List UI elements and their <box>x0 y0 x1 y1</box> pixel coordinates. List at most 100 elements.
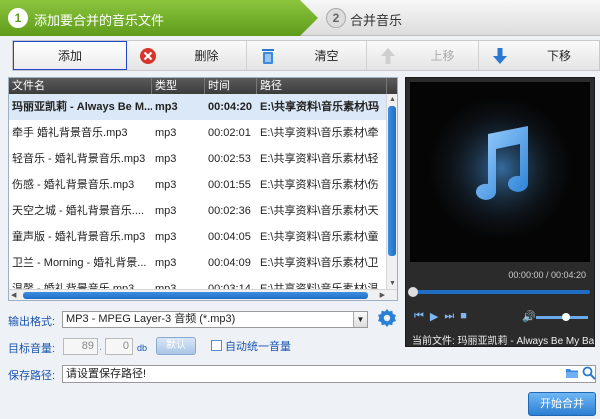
delete-button-label: 删除 <box>194 49 219 63</box>
stop-icon[interactable]: ■ <box>460 310 467 323</box>
cell-time: 00:04:20 <box>208 101 253 113</box>
volume-unit: db <box>137 343 148 353</box>
step-1-number: 1 <box>8 8 28 28</box>
scroll-left-icon[interactable]: ◀ <box>11 291 16 300</box>
player-screen <box>410 82 590 262</box>
volume-integer-input[interactable]: 89 <box>63 338 98 355</box>
vertical-scroll-thumb[interactable] <box>388 106 396 256</box>
table-row[interactable]: 童声版 - 婚礼背景音乐.mp3 mp3 00:04:05 E:\共享资料\音乐… <box>9 224 397 250</box>
scroll-down-icon[interactable]: ▼ <box>389 279 396 289</box>
seek-knob[interactable] <box>408 287 418 297</box>
vertical-scrollbar[interactable]: ▲ ▼ <box>386 94 397 290</box>
volume-decimal-point: . <box>99 341 103 353</box>
save-path-label: 保存路径: <box>8 370 56 382</box>
cell-filename: 轻音乐 - 婚礼背景音乐.mp3 <box>12 153 146 165</box>
cell-time: 00:02:01 <box>208 127 251 139</box>
cell-path: E:\共享资料\音乐素材\卫 <box>260 257 379 269</box>
cell-type: mp3 <box>155 179 177 191</box>
cell-filename: 伤感 - 婚礼背景音乐.mp3 <box>12 179 135 191</box>
cell-time: 00:02:36 <box>208 205 251 217</box>
trash-icon <box>262 49 274 64</box>
step-1-label: 添加要合并的音乐文件 <box>34 13 165 28</box>
cell-time: 00:04:09 <box>208 257 251 269</box>
cell-path: E:\共享资料\音乐素材\天 <box>260 205 379 217</box>
start-merge-button[interactable]: 开始合并 <box>528 392 596 416</box>
save-path-input[interactable]: 请设置保存路径! <box>62 365 596 383</box>
next-icon[interactable]: ⏭ <box>444 310 454 323</box>
cell-time: 00:04:05 <box>208 231 251 243</box>
output-format-value: MP3 - MPEG Layer-3 音频 (*.mp3) <box>66 313 236 325</box>
table-row[interactable]: 天空之城 - 婚礼背景音乐.... mp3 00:02:36 E:\共享资料\音… <box>9 198 397 224</box>
previous-icon[interactable]: ⏮ <box>414 310 424 323</box>
file-list[interactable]: 文件名 类型 时间 路径 玛丽亚凯莉 - Always Be M... mp3 … <box>8 77 398 301</box>
move-up-button[interactable]: 上移 <box>367 41 479 70</box>
chevron-down-icon[interactable]: ▼ <box>353 312 367 327</box>
move-down-button[interactable]: 下移 <box>479 41 599 70</box>
scroll-right-icon[interactable]: ▶ <box>380 291 385 300</box>
cell-type: mp3 <box>155 205 177 217</box>
player-controls: ⏮ ▶ ⏭ ■ <box>414 310 467 323</box>
move-down-button-label: 下移 <box>546 49 571 63</box>
column-header-filename[interactable]: 文件名 <box>9 78 152 94</box>
gear-icon[interactable] <box>377 308 397 328</box>
add-button[interactable]: 添加 <box>13 41 127 70</box>
search-icon[interactable] <box>582 366 596 380</box>
output-format-select[interactable]: MP3 - MPEG Layer-3 音频 (*.mp3) ▼ <box>62 311 368 328</box>
cell-path: E:\共享资料\音乐素材\牵 <box>260 127 379 139</box>
cell-path: E:\共享资料\音乐素材\玛 <box>260 101 380 113</box>
cell-path: E:\共享资料\音乐素材\童 <box>260 231 379 243</box>
cell-filename: 天空之城 - 婚礼背景音乐.... <box>12 205 144 217</box>
volume-decimal-input[interactable]: 0 <box>105 338 133 355</box>
arrow-down-icon <box>493 48 507 64</box>
cell-path: E:\共享资料\音乐素材\伤 <box>260 179 379 191</box>
cell-time: 00:01:55 <box>208 179 251 191</box>
auto-volume-checkbox[interactable] <box>211 340 222 351</box>
table-row[interactable]: 伤感 - 婚礼背景音乐.mp3 mp3 00:01:55 E:\共享资料\音乐素… <box>9 172 397 198</box>
cell-time: 00:02:53 <box>208 153 251 165</box>
horizontal-scroll-thumb[interactable] <box>23 292 368 299</box>
cell-path: E:\共享资料\音乐素材\轻 <box>260 153 379 165</box>
clear-button[interactable]: 清空 <box>247 41 367 70</box>
cell-type: mp3 <box>155 127 177 139</box>
column-header-path[interactable]: 路径 <box>257 78 387 94</box>
media-player: 00:00:00 / 00:04:20 ⏮ ▶ ⏭ ■ 🔊 当前文件: 玛丽亚凯… <box>405 77 595 347</box>
output-format-label: 输出格式: <box>8 316 56 328</box>
cell-filename: 卫兰 - Morning - 婚礼背景... <box>12 257 147 269</box>
add-button-label: 添加 <box>57 49 82 63</box>
cell-type: mp3 <box>155 231 177 243</box>
table-row[interactable]: 卫兰 - Morning - 婚礼背景... mp3 00:04:09 E:\共… <box>9 250 397 276</box>
delete-icon <box>140 48 156 64</box>
horizontal-scrollbar[interactable]: ◀ ▶ <box>9 289 397 300</box>
volume-slider[interactable] <box>536 313 588 321</box>
volume-icon[interactable]: 🔊 <box>522 310 536 323</box>
cell-type: mp3 <box>155 153 177 165</box>
table-row[interactable]: 牵手 婚礼背景音乐.mp3 mp3 00:02:01 E:\共享资料\音乐素材\… <box>9 120 397 146</box>
toolbar: 添加 删除 清空 上移 下移 <box>12 40 600 71</box>
delete-button[interactable]: 删除 <box>127 41 247 70</box>
scroll-up-icon[interactable]: ▲ <box>389 95 396 105</box>
file-list-rows: 玛丽亚凯莉 - Always Be M... mp3 00:04:20 E:\共… <box>9 94 397 300</box>
player-timecode: 00:00:00 / 00:04:20 <box>508 270 586 280</box>
play-icon[interactable]: ▶ <box>430 310 438 323</box>
seek-bar[interactable] <box>408 287 590 297</box>
table-row[interactable]: 玛丽亚凯莉 - Always Be M... mp3 00:04:20 E:\共… <box>9 94 397 120</box>
auto-volume-label[interactable]: 自动统一音量 <box>225 338 291 354</box>
step-2-label: 合并音乐 <box>350 13 403 28</box>
step-1[interactable]: 1 添加要合并的音乐文件 <box>0 0 318 36</box>
now-playing-label: 当前文件: 玛丽亚凯莉 - Always Be My Baby - 婚 <box>412 336 594 347</box>
music-note-icon <box>442 108 562 228</box>
cell-type: mp3 <box>155 101 178 113</box>
column-header-type[interactable]: 类型 <box>152 78 205 94</box>
move-up-button-label: 上移 <box>430 49 455 63</box>
clear-button-label: 清空 <box>314 49 339 63</box>
table-row[interactable]: 轻音乐 - 婚礼背景音乐.mp3 mp3 00:02:53 E:\共享资料\音乐… <box>9 146 397 172</box>
default-button[interactable]: 默认 <box>156 337 196 355</box>
volume-knob[interactable] <box>562 313 570 321</box>
folder-icon[interactable] <box>565 366 579 380</box>
cell-filename: 牵手 婚礼背景音乐.mp3 <box>12 127 128 139</box>
target-volume-label: 目标音量: <box>8 343 56 355</box>
column-header-time[interactable]: 时间 <box>205 78 257 94</box>
cell-filename: 玛丽亚凯莉 - Always Be M... <box>12 101 152 113</box>
arrow-up-icon <box>381 48 395 64</box>
step-2-number: 2 <box>326 8 346 28</box>
